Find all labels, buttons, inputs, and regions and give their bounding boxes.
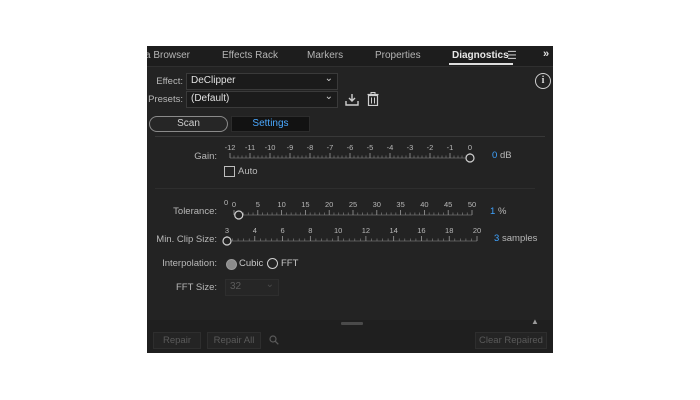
tolerance-tick-label: 15 (301, 200, 309, 209)
tolerance-tick-label: 40 (420, 200, 428, 209)
resize-grip[interactable] (341, 322, 363, 325)
fft-size-dropdown[interactable]: 32 ⌄ (225, 279, 279, 296)
trash-icon[interactable] (367, 92, 379, 106)
settings-button[interactable]: Settings (231, 116, 310, 132)
interpolation-label: Interpolation: (162, 258, 217, 269)
min-clip-size-value[interactable]: 3 (494, 233, 499, 244)
gain-label: Gain: (194, 151, 217, 162)
tolerance-thumb[interactable] (234, 210, 244, 220)
presets-value: (Default) (191, 93, 230, 104)
tolerance-tick-label: 25 (349, 200, 357, 209)
gain-tick-label: -9 (287, 143, 294, 152)
collapse-arrow-icon[interactable]: ▲ (531, 317, 539, 326)
tolerance-tick-label: 45 (444, 200, 452, 209)
tolerance-value[interactable]: 1 (490, 206, 495, 217)
tab-media-browser[interactable]: a Browser (147, 50, 190, 61)
fft-size-value: 32 (230, 281, 242, 292)
info-icon[interactable]: i (535, 73, 551, 89)
presets-dropdown[interactable]: (Default) ⌄ (186, 91, 338, 108)
min-clip-size-tick-label: 14 (389, 226, 397, 235)
repair-all-button[interactable]: Repair All (207, 332, 261, 349)
gain-tick-label: -3 (407, 143, 414, 152)
tab-effects-rack[interactable]: Effects Rack (222, 50, 278, 61)
min-clip-size-tick-label: 4 (253, 226, 257, 235)
min-clip-size-tick-label: 8 (308, 226, 312, 235)
tolerance-tick-label: 20 (325, 200, 333, 209)
gain-thumb[interactable] (465, 153, 475, 163)
cubic-radio[interactable] (226, 259, 237, 270)
min-clip-size-tick-label: 16 (417, 226, 425, 235)
min-clip-size-slider[interactable]: 3 4 6 8 10 12 14 16 18 20 (222, 226, 481, 246)
scan-button[interactable]: Scan (149, 116, 228, 132)
divider (155, 136, 545, 137)
min-clip-size-tick-label: 10 (334, 226, 342, 235)
tab-markers[interactable]: Markers (307, 50, 343, 61)
gain-value[interactable]: 0 (492, 150, 497, 161)
chevron-down-icon: ⌄ (324, 73, 333, 84)
gain-tick-label: -1 (447, 143, 454, 152)
chevron-down-icon: ⌄ (265, 279, 274, 290)
min-clip-size-tick-label: 3 (225, 226, 229, 235)
fft-size-label: FFT Size: (176, 282, 217, 293)
effect-value: DeClipper (191, 75, 236, 86)
gain-tick-label: -7 (327, 143, 334, 152)
min-clip-size-label: Min. Clip Size: (156, 234, 217, 245)
tab-bar: a Browser Effects Rack Markers Propertie… (147, 46, 553, 67)
tolerance-tick-label: 0 (232, 200, 236, 209)
min-clip-size-tick-label: 20 (473, 226, 481, 235)
gain-tick-label: -8 (307, 143, 314, 152)
tab-properties[interactable]: Properties (375, 50, 421, 61)
min-clip-size-tick-label: 6 (280, 226, 284, 235)
gain-tick-label: 0 (468, 143, 472, 152)
tolerance-label: Tolerance: (173, 206, 217, 217)
cubic-label: Cubic (239, 258, 264, 269)
gain-tick-label: -6 (347, 143, 354, 152)
gain-tick-label: -10 (265, 143, 276, 152)
gain-unit: dB (500, 150, 512, 161)
gain-tick-label: -11 (245, 143, 255, 152)
tolerance-tick-label: 5 (256, 200, 260, 209)
diagnostics-panel: a Browser Effects Rack Markers Propertie… (147, 46, 553, 353)
search-icon[interactable] (269, 335, 279, 345)
double-chevron-right-icon[interactable]: » (543, 48, 549, 60)
active-tab-indicator (449, 63, 513, 65)
clear-repaired-button[interactable]: Clear Repaired (475, 332, 547, 349)
footer-bar: ▲ Repair Repair All Clear Repaired (147, 317, 553, 353)
gain-slider[interactable]: -12 -11 -10 -9 -8 -7 -6 -5 -4 -3 -2 -1 0 (225, 143, 475, 163)
min-clip-size-unit: samples (502, 233, 538, 244)
min-clip-size-tick-label: 12 (362, 226, 370, 235)
min-clip-size-tick-label: 18 (445, 226, 453, 235)
repair-button[interactable]: Repair (153, 332, 201, 349)
tolerance-tick-label: 10 (277, 200, 285, 209)
divider (155, 188, 535, 189)
fft-radio[interactable] (267, 258, 278, 269)
tolerance-unit: % (498, 206, 507, 217)
gain-tick-label: -5 (367, 143, 374, 152)
gain-tick-label: -4 (387, 143, 394, 152)
min-clip-size-thumb[interactable] (222, 236, 232, 246)
chevron-down-icon: ⌄ (324, 91, 333, 102)
fft-label: FFT (281, 258, 299, 269)
gain-tick-label: -2 (427, 143, 434, 152)
save-preset-icon[interactable] (345, 93, 359, 106)
hamburger-menu-icon[interactable]: ☰ (507, 49, 517, 62)
tolerance-slider[interactable]: 0 5 10 15 20 25 30 35 40 45 50 (229, 200, 477, 220)
effect-dropdown[interactable]: DeClipper ⌄ (186, 73, 338, 90)
gain-tick-label: -12 (225, 143, 236, 152)
presets-label: Presets: (148, 94, 183, 105)
tolerance-tick-label: 35 (396, 200, 404, 209)
auto-label: Auto (238, 166, 258, 177)
tolerance-tick-label: 30 (373, 200, 381, 209)
effect-label: Effect: (156, 76, 183, 87)
auto-checkbox[interactable] (224, 166, 235, 177)
tolerance-tick-extra: 0 (224, 198, 229, 207)
tolerance-tick-label: 50 (468, 200, 476, 209)
tab-diagnostics[interactable]: Diagnostics (452, 50, 509, 61)
